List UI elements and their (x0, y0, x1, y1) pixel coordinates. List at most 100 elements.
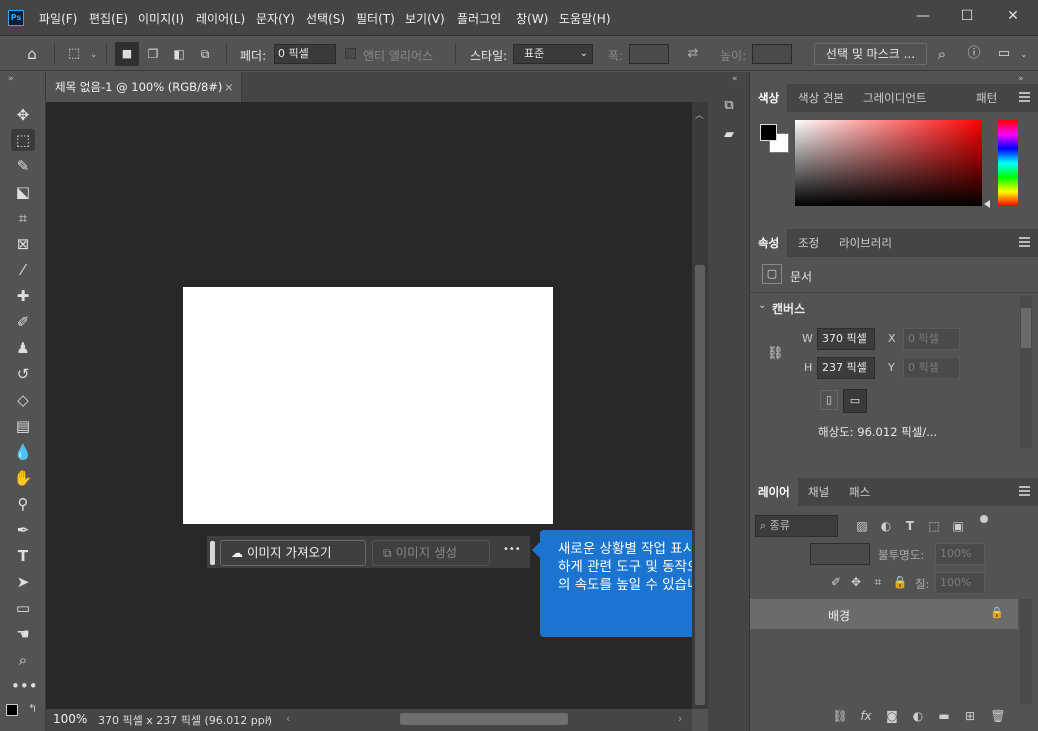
new-group-icon[interactable]: ▬ (936, 708, 952, 724)
hue-slider[interactable] (998, 120, 1018, 206)
import-image-button[interactable]: ☁ 이미지 가져오기 (220, 540, 366, 566)
frame-tool-icon[interactable]: ⊠ (11, 233, 35, 255)
eyedropper-tool-icon[interactable]: ⁄ (11, 259, 35, 281)
zoom-level[interactable]: 100% (53, 712, 87, 726)
menu-image[interactable]: 이미지(I) (138, 10, 184, 27)
blend-mode-select[interactable] (810, 543, 870, 565)
landscape-orientation-icon[interactable]: ▭ (843, 389, 867, 413)
swap-colors-icon[interactable]: ↰ (28, 702, 37, 715)
object-selection-tool-icon[interactable]: ✎ (11, 155, 35, 177)
feather-input[interactable]: 0 픽셀 (274, 44, 336, 64)
chevron-down-icon[interactable]: ⌄ (758, 300, 766, 311)
history-brush-tool-icon[interactable]: ↺ (11, 363, 35, 385)
height-input[interactable] (752, 44, 792, 64)
select-and-mask-button[interactable]: 선택 및 마스크 ... (814, 43, 927, 65)
layer-row-background[interactable]: 배경 🔒 (750, 599, 1018, 629)
panel-menu-icon[interactable] (1019, 486, 1030, 496)
width-input[interactable] (629, 44, 669, 64)
vertical-scroll-thumb[interactable] (695, 265, 705, 705)
panel-menu-icon[interactable] (1019, 92, 1030, 102)
new-layer-icon[interactable]: ⊞ (962, 708, 978, 724)
pen-tool-icon[interactable]: ✒ (11, 519, 35, 541)
link-dimensions-icon[interactable]: ⛓ (767, 346, 784, 361)
scroll-left-icon[interactable]: ‹ (286, 712, 290, 725)
layer-name[interactable]: 배경 (828, 607, 850, 624)
chevron-right-icon[interactable]: › (266, 712, 270, 725)
healing-brush-tool-icon[interactable]: ✚ (11, 285, 35, 307)
scroll-right-icon[interactable]: › (678, 712, 682, 725)
canvas-y-input[interactable]: 0 픽셀 (903, 357, 960, 379)
shape-layer-filter-icon[interactable]: ⬚ (926, 518, 942, 534)
maximize-button[interactable]: ☐ (954, 6, 980, 26)
layer-style-icon[interactable]: fx (858, 708, 874, 724)
horizontal-scroll-thumb[interactable] (400, 713, 568, 725)
add-mask-icon[interactable]: ◙ (884, 708, 900, 724)
document-canvas[interactable] (183, 287, 553, 524)
crop-tool-icon[interactable]: ⌗ (11, 207, 35, 229)
menu-view[interactable]: 보기(V) (405, 10, 445, 27)
drag-handle[interactable] (210, 541, 215, 565)
zoom-tool-icon[interactable]: ⌕ (11, 649, 35, 671)
subtract-selection-icon[interactable]: ◧ (167, 42, 191, 66)
type-tool-icon[interactable]: T (11, 545, 35, 567)
close-tab-icon[interactable]: × (224, 72, 234, 102)
add-selection-icon[interactable]: ❐ (141, 42, 165, 66)
brush-tool-icon[interactable]: ✐ (11, 311, 35, 333)
scroll-up-icon[interactable]: ︿ (695, 108, 704, 121)
more-options-icon[interactable]: ••• (503, 544, 521, 555)
tab-gradients[interactable]: 그레이디언트 (855, 84, 934, 112)
intersect-selection-icon[interactable]: ⧉ (193, 42, 217, 66)
move-tool-icon[interactable]: ✥ (11, 104, 35, 126)
filter-toggle-icon[interactable] (980, 515, 988, 523)
properties-scroll-thumb[interactable] (1021, 308, 1031, 348)
tab-libraries[interactable]: 라이브러리 (831, 229, 900, 257)
chevron-down-icon[interactable]: ⌄ (1020, 50, 1028, 60)
fill-input[interactable]: 100% (935, 572, 985, 594)
canvas-x-input[interactable]: 0 픽셀 (903, 328, 960, 350)
chevron-down-icon[interactable]: ⌄ (90, 50, 98, 60)
foreground-color-swatch[interactable] (6, 704, 18, 716)
panel-menu-icon[interactable] (1019, 237, 1030, 247)
generate-image-button[interactable]: ⧉ 이미지 생성 (372, 540, 490, 566)
new-selection-icon[interactable]: ■ (115, 42, 139, 66)
tab-patterns[interactable]: 패턴 (968, 84, 1005, 112)
tab-color[interactable]: 색상 (750, 84, 788, 112)
menu-plugins[interactable]: 플러그인 (457, 10, 501, 27)
menu-filter[interactable]: 필터(T) (356, 10, 395, 27)
opacity-input[interactable]: 100% (935, 543, 985, 565)
antialias-checkbox[interactable] (345, 48, 356, 59)
canvas-width-input[interactable]: 370 픽셀 (817, 328, 875, 350)
gradient-tool-icon[interactable]: ▤ (11, 415, 35, 437)
marquee-preset-icon[interactable]: ⬚ (62, 42, 86, 66)
foreground-color-chip[interactable] (760, 124, 777, 141)
hand-tool-icon[interactable]: ☚ (11, 623, 35, 645)
vertical-scrollbar[interactable]: ︿ (692, 102, 708, 709)
swap-icon[interactable]: ⇄ (681, 42, 705, 66)
zoom-search-tool-icon[interactable]: ⚲ (11, 493, 35, 515)
menu-file[interactable]: 파일(F) (39, 10, 77, 27)
properties-scrollbar[interactable] (1020, 296, 1032, 448)
delete-layer-icon[interactable]: 🗑 (990, 708, 1006, 724)
search-icon[interactable]: ⌕ (930, 42, 954, 66)
comments-panel-icon[interactable]: ▰ (720, 127, 738, 145)
style-select[interactable]: 표준 ⌄ (513, 44, 593, 64)
home-icon[interactable]: ⌂ (20, 42, 44, 66)
clone-stamp-tool-icon[interactable]: ♟ (11, 337, 35, 359)
pixel-layer-filter-icon[interactable]: ▨ (854, 518, 870, 534)
layer-filter-select[interactable]: ⌕ 종류 (755, 515, 838, 537)
smart-object-filter-icon[interactable]: ▣ (950, 518, 966, 534)
color-picker-field[interactable] (795, 120, 982, 206)
tab-swatches[interactable]: 색상 견본 (790, 84, 852, 112)
lock-all-icon[interactable]: 🔒 (892, 574, 908, 590)
collapse-panels-icon[interactable]: » (1018, 74, 1024, 84)
new-adjustment-layer-icon[interactable]: ◐ (910, 708, 926, 724)
quick-select-tool-icon[interactable]: ⬕ (11, 181, 35, 203)
portrait-orientation-icon[interactable]: ▯ (820, 390, 838, 410)
collapse-dock-icon[interactable]: « (732, 74, 738, 84)
layer-lock-icon[interactable]: 🔒 (990, 606, 1004, 619)
history-panel-icon[interactable]: ⧉ (720, 98, 738, 116)
rectangular-marquee-tool-icon[interactable]: ⬚ (11, 129, 35, 151)
menu-help[interactable]: 도움말(H) (559, 10, 611, 27)
tab-properties[interactable]: 속성 (750, 229, 788, 257)
canvas-height-input[interactable]: 237 픽셀 (817, 357, 875, 379)
